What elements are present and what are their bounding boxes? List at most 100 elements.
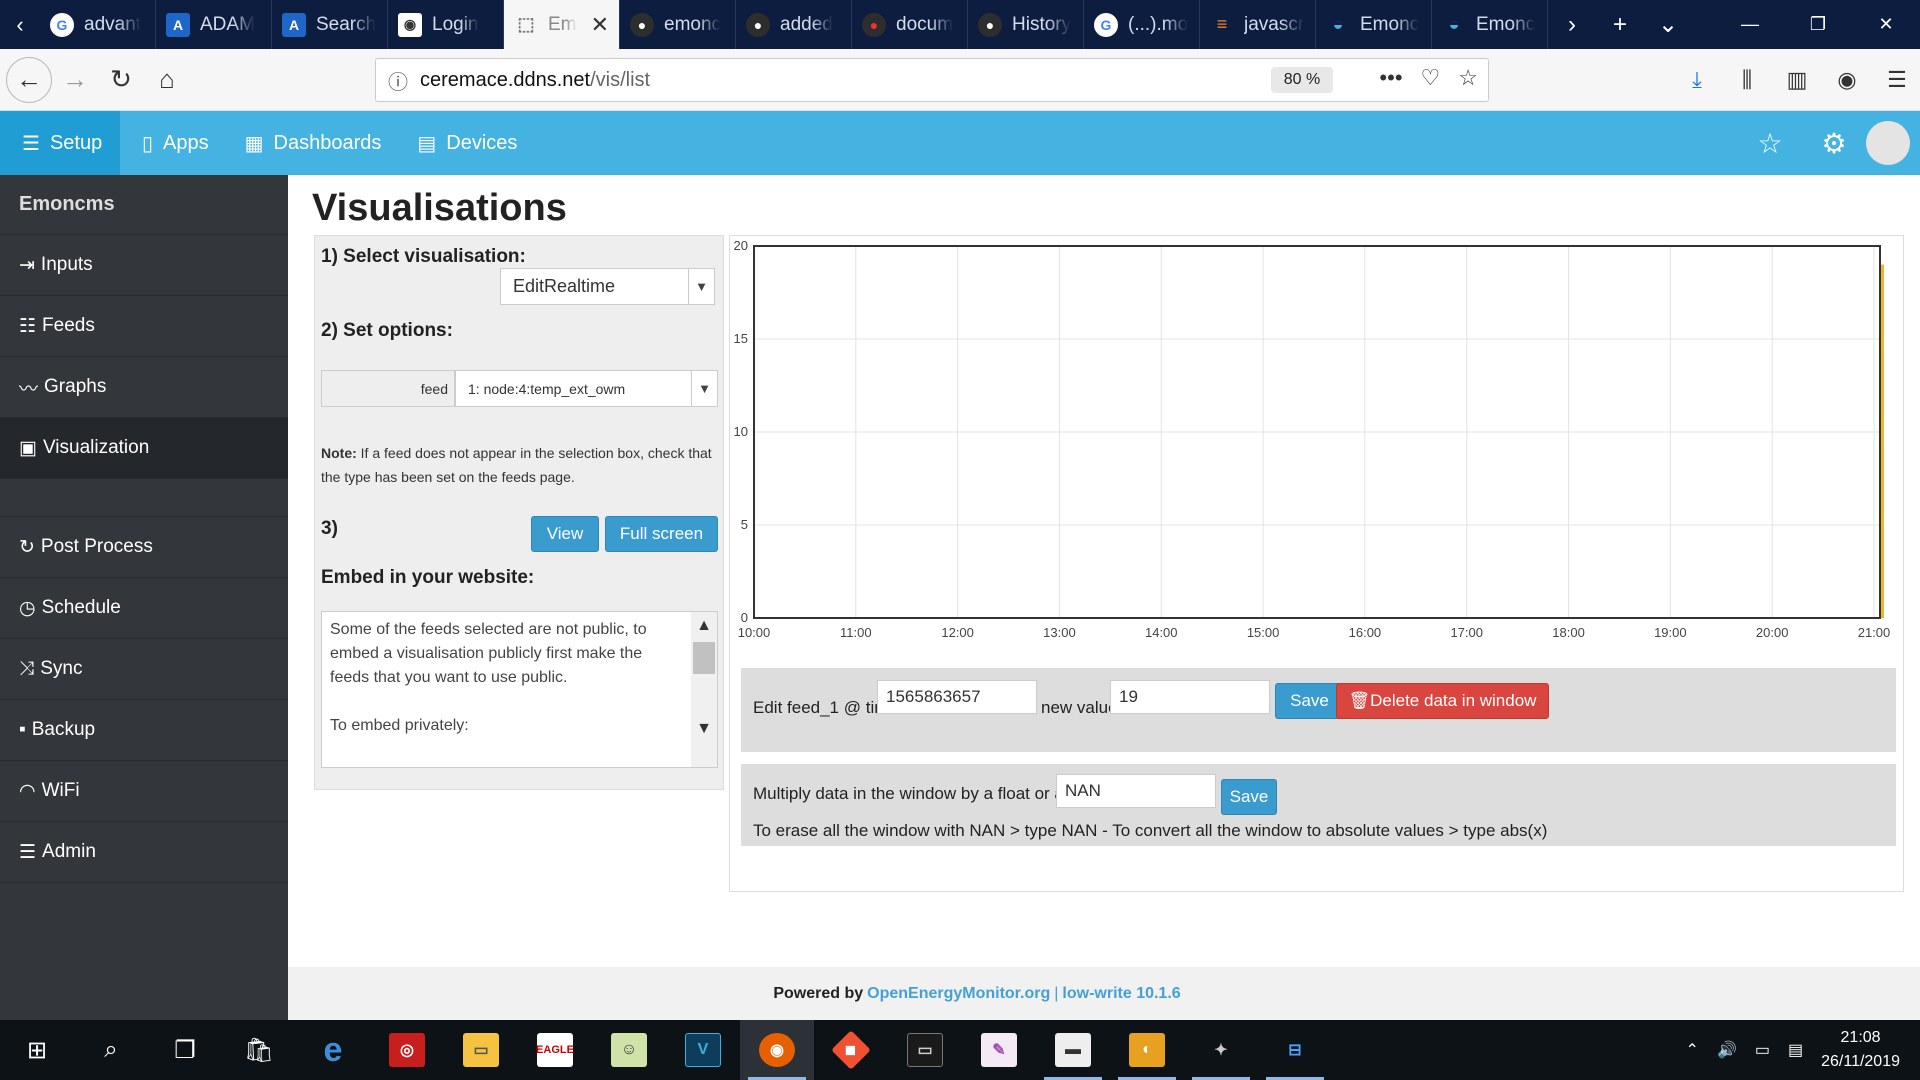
sidebar-item-admin[interactable]: ☰ Admin — [0, 822, 288, 883]
tray-chevron-up-icon[interactable]: ⌃ — [1686, 1040, 1699, 1060]
save-value-button[interactable]: Save — [1275, 683, 1344, 719]
notifications-icon[interactable]: ▤ — [1788, 1040, 1803, 1060]
restore-icon[interactable]: ❐ — [1784, 0, 1852, 49]
pocket-icon[interactable]: ♡ — [1421, 65, 1441, 91]
sidebar-toggle-icon[interactable]: ▥ — [1774, 57, 1820, 103]
tab-0[interactable]: Gadvant — [40, 0, 156, 49]
file-explorer-icon[interactable]: ▭ — [444, 1020, 518, 1080]
network-icon[interactable]: ⊟ — [1258, 1020, 1332, 1080]
tab-6[interactable]: ● added — [736, 0, 852, 49]
footer-link-version[interactable]: low-write 10.1.6 — [1062, 985, 1180, 1003]
close-tab-icon[interactable]: ✕ — [591, 12, 609, 38]
store-icon[interactable]: 🛍 — [222, 1020, 296, 1080]
list-tabs-chevron-icon[interactable]: ⌄ — [1644, 0, 1692, 49]
url-bar[interactable]: ⓘ ceremace.ddns.net/vis/list 80 % ••• ♡ … — [375, 58, 1489, 102]
footer-link-oem[interactable]: OpenEnergyMonitor.org — [867, 985, 1050, 1003]
sidebar-item-post-process[interactable]: ↻ Post Process — [0, 517, 288, 578]
scrollbar-thumb[interactable] — [693, 642, 715, 674]
battery-icon[interactable]: ▭ — [1755, 1040, 1770, 1060]
back-arrow-icon[interactable]: ← — [6, 56, 52, 103]
sidebar: Emoncms ⇥ Inputs ☷ Feeds 〰 Graphs ▣ Visualiz… — [0, 175, 288, 1020]
feed-select[interactable]: 1: node:4:temp_ext_owm ▼ — [455, 370, 718, 407]
library-icon[interactable]: ⫼ — [1724, 57, 1770, 103]
realtime-chart[interactable]: 10:00 11:00 12:00 13:00 14:00 15:00 16:00 17:00… — [730, 236, 1905, 661]
chart-area[interactable]: 10:00 11:00 12:00 13:00 14:00 15:00 16:00 17:00… — [730, 236, 1905, 661]
minimize-icon[interactable]: — — [1716, 0, 1784, 49]
view-button[interactable]: View — [531, 516, 599, 552]
more-actions-icon[interactable]: ••• — [1379, 65, 1402, 91]
home-icon[interactable]: ⌂ — [144, 57, 190, 103]
tab-7[interactable]: ● docum — [852, 0, 968, 49]
url-text[interactable]: ceremace.ddns.net/vis/list — [420, 69, 650, 92]
star-icon[interactable]: ☆ — [1738, 111, 1802, 175]
gimp-icon[interactable]: ✦ — [1184, 1020, 1258, 1080]
fullscreen-button[interactable]: Full screen — [605, 516, 718, 552]
multiply-input[interactable]: NAN — [1056, 774, 1216, 808]
scroll-down-icon[interactable]: ▼ — [691, 717, 717, 741]
sidebar-item-sync[interactable]: ⤨ Sync — [0, 639, 288, 700]
tab-2[interactable]: A Search — [272, 0, 388, 49]
time-input[interactable]: 1565863657 — [877, 680, 1037, 714]
new-tab-icon[interactable]: + — [1596, 0, 1644, 49]
edge-icon[interactable]: e — [296, 1020, 370, 1080]
nav-apps[interactable]: ▯ Apps — [120, 111, 223, 175]
vis-select[interactable]: EditRealtime ▼ — [500, 268, 715, 305]
tab-11[interactable]: ◒ Emonc — [1316, 0, 1432, 49]
embed-code-textarea[interactable]: Some of the feeds selected are not publi… — [321, 611, 718, 768]
tab-8[interactable]: ● History — [968, 0, 1084, 49]
gear-icon[interactable]: ⚙ — [1802, 111, 1866, 175]
sidebar-item-feeds[interactable]: ☷ Feeds — [0, 296, 288, 357]
tab-3[interactable]: ◉ Login — [388, 0, 504, 49]
tab-4-active[interactable]: ⬚ Em ✕ — [504, 0, 620, 49]
textarea-scrollbar[interactable]: ▲ ▼ — [691, 612, 717, 767]
tab-9[interactable]: G (...).mo — [1084, 0, 1200, 49]
bookmark-star-icon[interactable]: ☆ — [1458, 65, 1478, 91]
tab-1[interactable]: A ADAM — [156, 0, 272, 49]
notepad-icon[interactable]: ✎ — [962, 1020, 1036, 1080]
sidebar-item-inputs[interactable]: ⇥ Inputs — [0, 235, 288, 296]
menu-icon[interactable]: ☰ — [1874, 57, 1920, 103]
trash-icon: 🗑 — [1348, 691, 1371, 710]
set-options-heading: 2) Set options: — [321, 320, 453, 341]
forward-arrow-icon[interactable]: → — [52, 57, 98, 103]
nav-dashboards[interactable]: ▦ Dashboards — [223, 111, 396, 175]
multiply-input-value: NAN — [1065, 781, 1101, 800]
sidebar-item-wifi[interactable]: ◠ WiFi — [0, 761, 288, 822]
presentation-icon[interactable]: ◐ — [1110, 1020, 1184, 1080]
task-view-icon[interactable]: ❐ — [148, 1020, 222, 1080]
tab-scroll-right-icon[interactable]: › — [1548, 0, 1596, 49]
tab-5[interactable]: ● emonc — [620, 0, 736, 49]
git-icon[interactable]: ◆ — [814, 1020, 888, 1080]
zoom-level[interactable]: 80 % — [1271, 67, 1333, 93]
delete-data-button[interactable]: 🗑 Delete data in window — [1336, 683, 1549, 719]
reload-icon[interactable]: ↻ — [98, 57, 144, 103]
image-app-icon[interactable]: ☺ — [592, 1020, 666, 1080]
tab-12[interactable]: ◒ Emonc — [1432, 0, 1548, 49]
close-window-icon[interactable]: ✕ — [1852, 0, 1920, 49]
device-icon[interactable]: ▬ — [1036, 1020, 1110, 1080]
sidebar-item-backup[interactable]: ▪ Backup — [0, 700, 288, 761]
new-value-input[interactable]: 19 — [1110, 680, 1270, 714]
account-icon[interactable]: ◉ — [1824, 57, 1870, 103]
nav-setup[interactable]: ☰ Setup — [0, 111, 120, 175]
search-icon[interactable]: ⌕ — [74, 1020, 148, 1080]
sidebar-item-visualization[interactable]: ▣ Visualization — [0, 418, 288, 479]
tab-scroll-left-icon[interactable]: ‹ — [0, 0, 40, 49]
sidebar-item-graphs[interactable]: 〰 Graphs — [0, 357, 288, 418]
terminal-icon[interactable]: ▭ — [888, 1020, 962, 1080]
scroll-up-icon[interactable]: ▲ — [691, 614, 717, 638]
firefox-icon[interactable]: ◉ — [740, 1020, 814, 1080]
system-clock[interactable]: 21:08 26/11/2019 — [1821, 1026, 1900, 1074]
downloads-icon[interactable]: ⤓ — [1674, 57, 1720, 103]
avatar[interactable] — [1866, 121, 1910, 165]
multiply-save-button[interactable]: Save — [1221, 779, 1277, 815]
tab-10[interactable]: ≡ javascr — [1200, 0, 1316, 49]
windows-start-icon[interactable]: ⊞ — [0, 1020, 74, 1080]
site-info-icon[interactable]: ⓘ — [376, 66, 420, 95]
v-app-icon[interactable]: V — [666, 1020, 740, 1080]
app-red-icon[interactable]: ◎ — [370, 1020, 444, 1080]
sidebar-item-schedule[interactable]: ◷ Schedule — [0, 578, 288, 639]
eagle-icon[interactable]: EAGLE — [518, 1020, 592, 1080]
volume-icon[interactable]: 🔊 — [1717, 1040, 1737, 1060]
nav-devices[interactable]: ▤ Devices — [395, 111, 531, 175]
